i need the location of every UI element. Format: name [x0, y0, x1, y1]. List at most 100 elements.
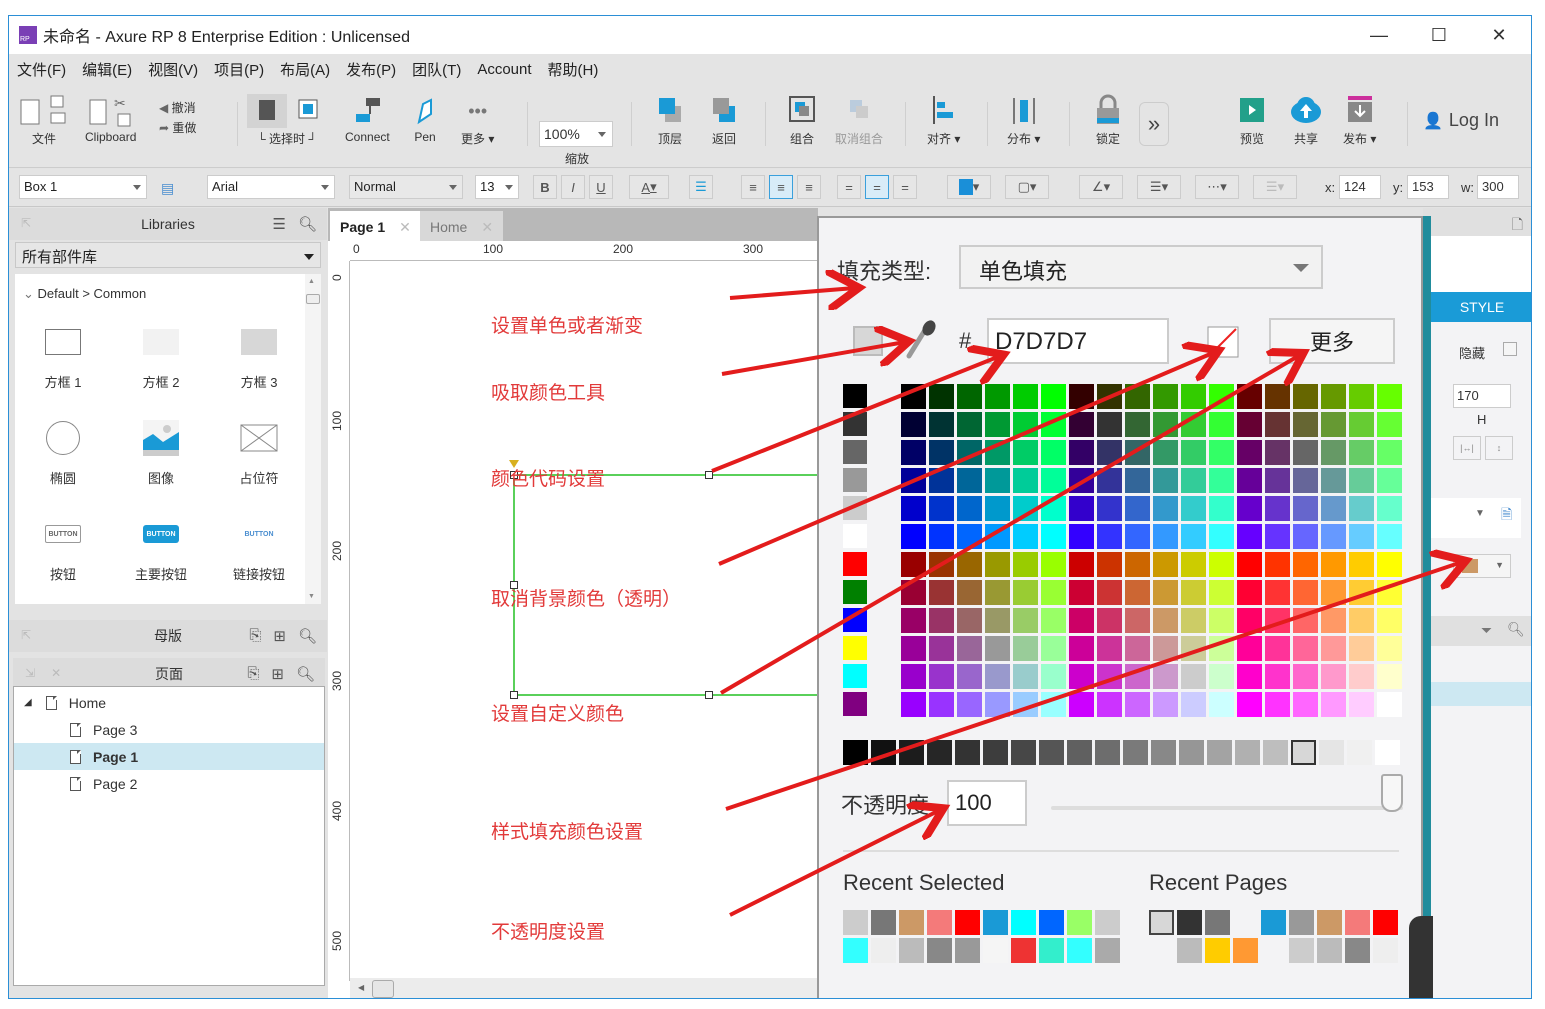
palette-swatch[interactable] — [1041, 608, 1066, 633]
recent-page-swatch[interactable] — [1233, 910, 1258, 935]
recent-page-swatch[interactable] — [1289, 938, 1314, 963]
recent-page-swatch[interactable] — [1205, 910, 1230, 935]
basic-color-swatch[interactable] — [843, 384, 867, 408]
widget-link-button[interactable]: BUTTON 链接按钮 — [211, 512, 307, 583]
palette-swatch[interactable] — [1377, 580, 1402, 605]
recent-selected-swatch[interactable] — [955, 938, 980, 963]
palette-swatch[interactable] — [1013, 412, 1038, 437]
widget-image[interactable]: 图像 — [113, 416, 209, 487]
basic-color-swatch[interactable] — [843, 608, 867, 632]
palette-swatch[interactable] — [1209, 552, 1234, 577]
font-family-select[interactable]: Arial — [207, 175, 335, 199]
palette-swatch[interactable] — [1125, 580, 1150, 605]
palette-swatch[interactable] — [1069, 552, 1094, 577]
style-doc-icon[interactable]: 🗎 — [1501, 504, 1512, 528]
palette-swatch[interactable] — [1209, 412, 1234, 437]
chevron-down-icon[interactable]: ▼ — [1475, 508, 1485, 519]
palette-swatch[interactable] — [957, 496, 982, 521]
palette-swatch[interactable] — [957, 524, 982, 549]
grayscale-swatch[interactable] — [927, 740, 952, 765]
ungroup-button[interactable]: 取消组合 — [835, 94, 883, 147]
palette-swatch[interactable] — [1321, 440, 1346, 465]
palette-swatch[interactable] — [1349, 552, 1374, 577]
menu-help[interactable]: 帮助(H) — [548, 59, 599, 80]
palette-swatch[interactable] — [1321, 412, 1346, 437]
basic-color-swatch[interactable] — [843, 580, 867, 604]
recent-selected-swatch[interactable] — [1039, 910, 1064, 935]
recent-selected-swatch[interactable] — [1011, 910, 1036, 935]
palette-swatch[interactable] — [1041, 692, 1066, 717]
palette-swatch[interactable] — [1293, 636, 1318, 661]
palette-swatch[interactable] — [957, 664, 982, 689]
palette-swatch[interactable] — [1041, 384, 1066, 409]
palette-swatch[interactable] — [1209, 496, 1234, 521]
palette-swatch[interactable] — [1153, 692, 1178, 717]
recent-selected-swatch[interactable] — [1095, 910, 1120, 935]
grayscale-swatch[interactable] — [1291, 740, 1316, 765]
recent-page-swatch[interactable] — [1149, 938, 1174, 963]
palette-swatch[interactable] — [985, 384, 1010, 409]
recent-selected-swatch[interactable] — [1067, 938, 1092, 963]
palette-swatch[interactable] — [957, 412, 982, 437]
recent-selected-swatch[interactable] — [1011, 938, 1036, 963]
palette-swatch[interactable] — [1125, 468, 1150, 493]
filter-icon[interactable]: ⏷ — [1481, 622, 1492, 639]
palette-swatch[interactable] — [957, 384, 982, 409]
palette-swatch[interactable] — [1041, 636, 1066, 661]
font-color-button[interactable]: A ▾ — [629, 175, 669, 199]
palette-swatch[interactable] — [1097, 552, 1122, 577]
recent-page-swatch[interactable] — [1289, 910, 1314, 935]
palette-swatch[interactable] — [1013, 552, 1038, 577]
close-panel-icon[interactable]: ✕ — [51, 666, 61, 680]
menu-team[interactable]: 团队(T) — [412, 59, 461, 80]
palette-swatch[interactable] — [1097, 384, 1122, 409]
palette-swatch[interactable] — [1237, 692, 1262, 717]
palette-swatch[interactable] — [1209, 636, 1234, 661]
resize-handle[interactable] — [510, 691, 518, 699]
distribute-button[interactable]: 分布 ▾ — [1007, 94, 1040, 147]
palette-swatch[interactable] — [1265, 496, 1290, 521]
palette-swatch[interactable] — [1153, 552, 1178, 577]
palette-swatch[interactable] — [1377, 412, 1402, 437]
palette-swatch[interactable] — [1181, 496, 1206, 521]
more-colors-button[interactable]: 更多 — [1269, 318, 1395, 364]
scroll-up-icon[interactable]: ▲ — [308, 278, 315, 285]
basic-color-swatch[interactable] — [843, 412, 867, 436]
palette-swatch[interactable] — [1013, 692, 1038, 717]
palette-swatch[interactable] — [1013, 468, 1038, 493]
widget-primary-button[interactable]: BUTTON 主要按钮 — [113, 512, 209, 583]
palette-swatch[interactable] — [1349, 412, 1374, 437]
palette-swatch[interactable] — [1069, 608, 1094, 633]
menu-account[interactable]: Account — [477, 61, 531, 78]
palette-swatch[interactable] — [1153, 636, 1178, 661]
palette-swatch[interactable] — [1125, 692, 1150, 717]
palette-swatch[interactable] — [1237, 384, 1262, 409]
eyedropper-icon[interactable] — [903, 320, 939, 360]
palette-swatch[interactable] — [1069, 580, 1094, 605]
basic-color-swatch[interactable] — [843, 636, 867, 660]
widget-placeholder[interactable]: 占位符 — [211, 416, 307, 487]
palette-swatch[interactable] — [1181, 552, 1206, 577]
palette-swatch[interactable] — [1321, 692, 1346, 717]
palette-swatch[interactable] — [1265, 636, 1290, 661]
palette-swatch[interactable] — [1153, 580, 1178, 605]
x-input[interactable]: 124 — [1339, 175, 1381, 199]
fill-color-button[interactable]: ▾ — [947, 175, 991, 199]
page-item-home[interactable]: ◢ Home — [14, 689, 324, 716]
opacity-slider-track[interactable] — [1051, 806, 1403, 810]
shadow-button[interactable]: ▢ ▾ — [1005, 175, 1049, 199]
palette-swatch[interactable] — [1125, 636, 1150, 661]
pen-button[interactable]: Pen — [413, 94, 437, 144]
palette-swatch[interactable] — [1237, 496, 1262, 521]
search-icon[interactable]: 🔍︎ — [1507, 621, 1525, 638]
add-page-icon[interactable]: ⎘ — [247, 665, 259, 683]
redo-button[interactable]: ➦ 重做 — [159, 118, 196, 138]
basic-color-swatch[interactable] — [843, 664, 867, 688]
palette-swatch[interactable] — [1097, 636, 1122, 661]
align-left-button[interactable]: ≡ — [741, 175, 765, 199]
widget-box3[interactable]: 方框 3 — [211, 320, 307, 391]
palette-swatch[interactable] — [1041, 664, 1066, 689]
palette-swatch[interactable] — [1209, 440, 1234, 465]
publish-button[interactable]: 发布 ▾ — [1343, 94, 1376, 147]
palette-swatch[interactable] — [901, 636, 926, 661]
